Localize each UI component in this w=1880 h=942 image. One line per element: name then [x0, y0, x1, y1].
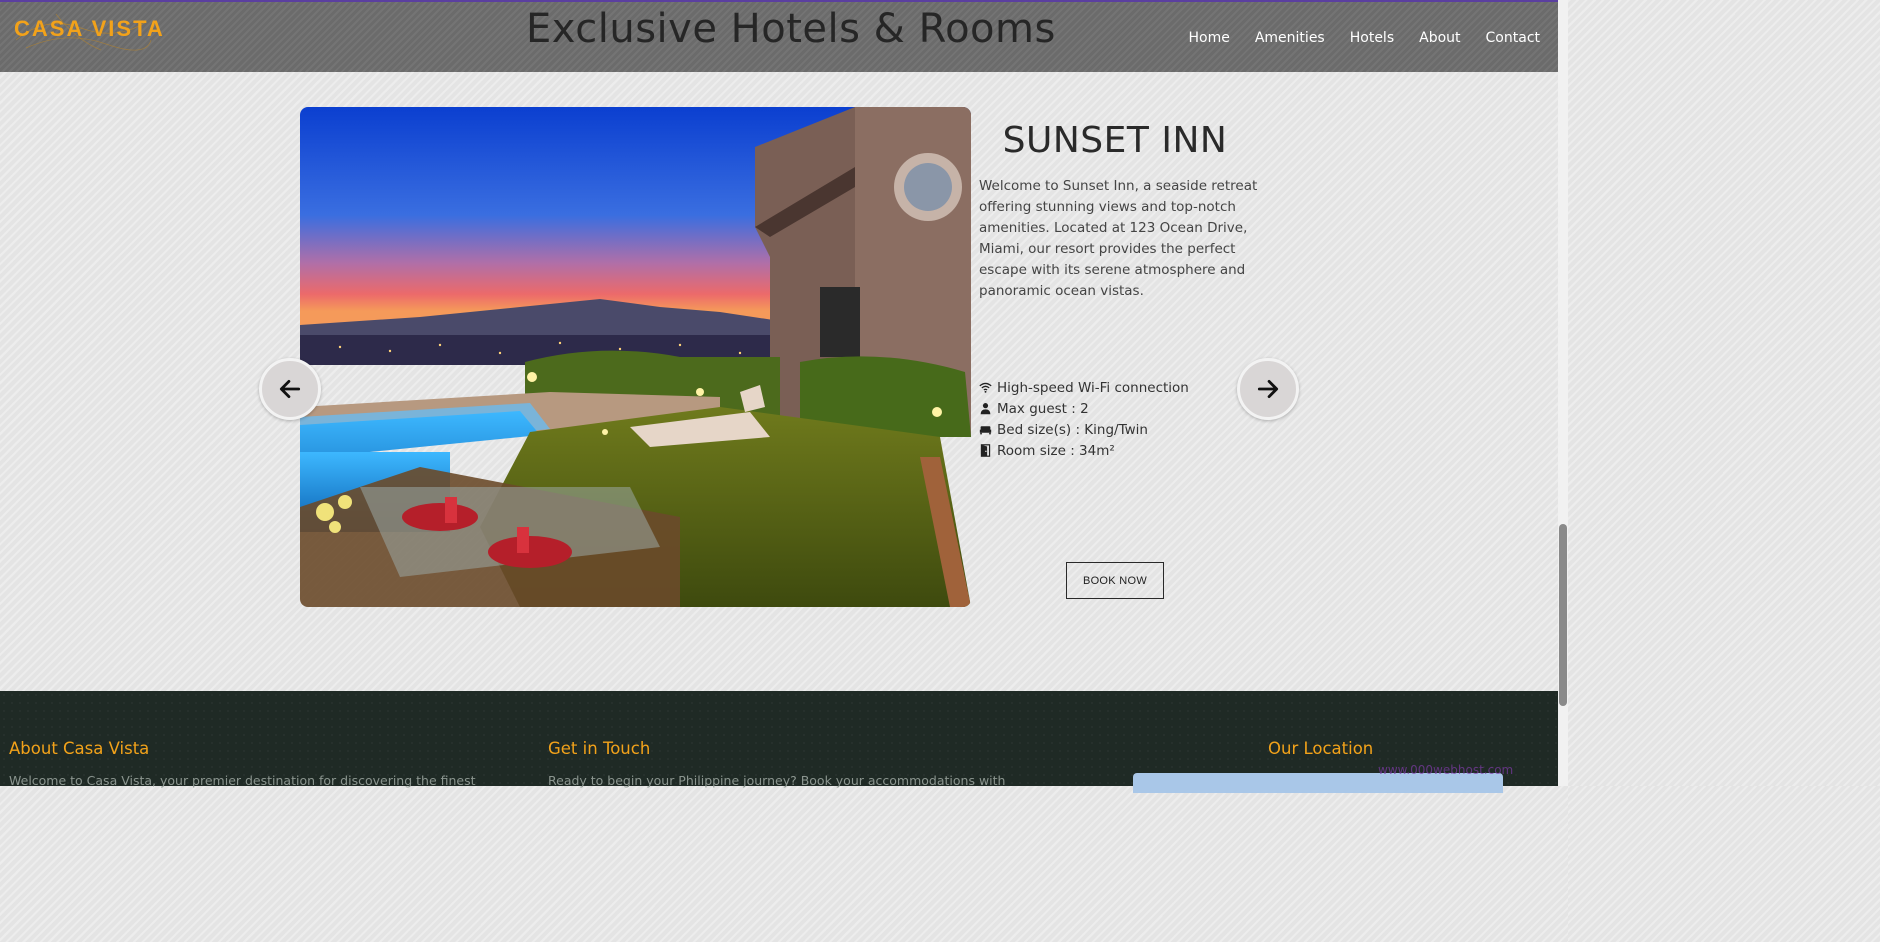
footer-about-text: Welcome to Casa Vista, your premier dest… [9, 773, 476, 788]
feature-label: Max guest : 2 [997, 400, 1089, 417]
feature-label: Room size : 34m² [997, 442, 1115, 459]
book-now-button[interactable]: BOOK NOW [1066, 562, 1164, 599]
footer-contact-title: Get in Touch [548, 739, 651, 758]
person-icon [980, 403, 991, 415]
footer-location-title: Our Location [1268, 739, 1374, 758]
nav-hotels[interactable]: Hotels [1350, 30, 1394, 46]
hotel-name: SUNSET INN [1002, 120, 1228, 161]
nav-contact[interactable]: Contact [1486, 30, 1540, 46]
arrow-right-icon [1257, 380, 1279, 398]
feature-label: Bed size(s) : King/Twin [997, 421, 1148, 438]
site-header: CASA VISTA Exclusive Hotels & Rooms Home… [0, 0, 1558, 72]
carousel-next-button[interactable] [1237, 358, 1299, 420]
scrollbar-thumb[interactable] [1559, 524, 1567, 706]
bed-icon [979, 426, 992, 435]
site-footer: About Casa Vista Welcome to Casa Vista, … [0, 691, 1558, 793]
nav-amenities[interactable]: Amenities [1255, 30, 1325, 46]
feature-bed: Bed size(s) : King/Twin [979, 419, 1189, 440]
arrow-left-icon [279, 380, 301, 398]
page-title: Exclusive Hotels & Rooms [526, 6, 1056, 52]
carousel-prev-button[interactable] [259, 358, 321, 420]
hotel-description: Welcome to Sunset Inn, a seaside retreat… [979, 178, 1258, 299]
page-scrollbar[interactable] [1558, 0, 1568, 786]
footer-contact-text: Ready to begin your Philippine journey? … [548, 773, 1006, 788]
feature-label: High-speed Wi-Fi connection [997, 379, 1189, 396]
wifi-icon [979, 382, 992, 393]
feature-guests: Max guest : 2 [979, 398, 1189, 419]
hotel-photo [300, 107, 971, 607]
feature-wifi: High-speed Wi-Fi connection [979, 377, 1189, 398]
map-watermark: www.000webhost.com [1378, 763, 1514, 777]
main-nav: Home Amenities Hotels About Contact [1189, 30, 1541, 46]
nav-about[interactable]: About [1419, 30, 1460, 46]
site-logo[interactable]: CASA VISTA [14, 16, 165, 42]
feature-list: High-speed Wi-Fi connection Max guest : … [979, 377, 1189, 461]
nav-home[interactable]: Home [1189, 30, 1230, 46]
door-icon [980, 444, 991, 457]
feature-room-size: Room size : 34m² [979, 440, 1189, 461]
footer-about-title: About Casa Vista [9, 739, 150, 758]
